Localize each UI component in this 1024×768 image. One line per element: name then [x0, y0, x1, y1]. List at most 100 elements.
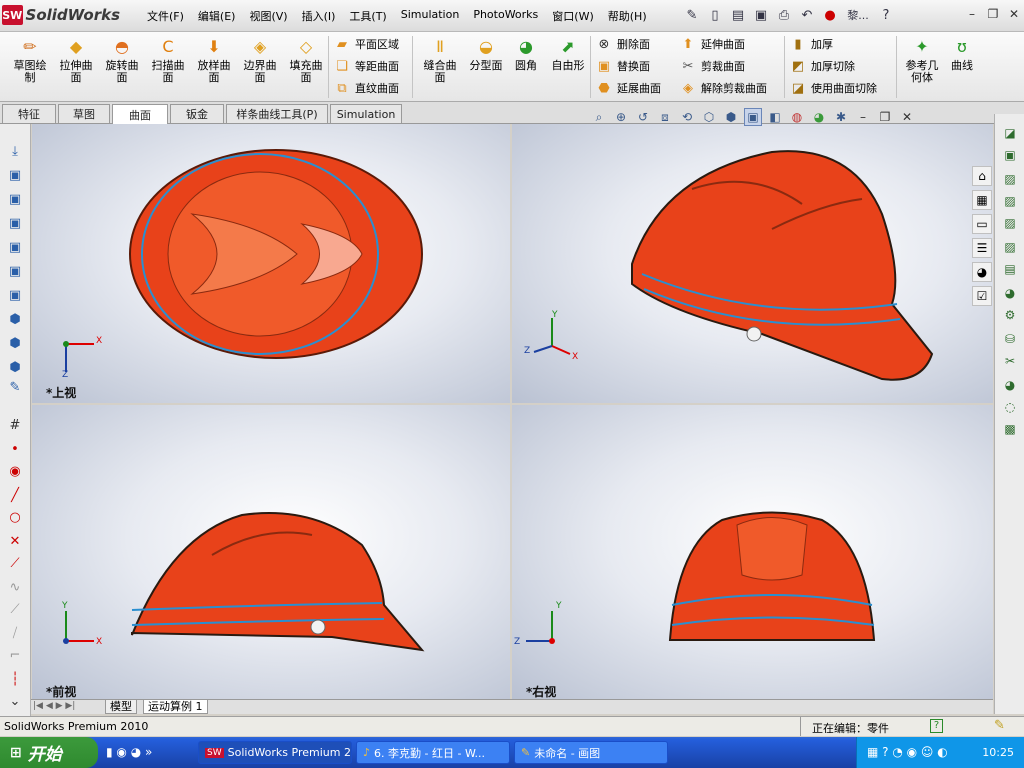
tab-model[interactable]: 模型	[105, 700, 137, 714]
fill-surface-button[interactable]: ◇ 填充曲 面	[284, 36, 328, 84]
viewport-front[interactable]: Y X *前视	[32, 405, 510, 699]
trim-surface-button[interactable]: ✂ 剪裁曲面	[680, 58, 745, 74]
more-tools-chevron-icon[interactable]: ⌄	[6, 692, 24, 710]
extend-entities-icon[interactable]: ⟋	[6, 554, 24, 572]
sweep-surface-button[interactable]: C 扫描曲 面	[146, 36, 190, 84]
right-view-icon[interactable]: ▣	[6, 238, 24, 256]
circle-tool-icon[interactable]: ○	[6, 508, 24, 526]
rotate-view-icon[interactable]: ⟲	[678, 108, 696, 126]
tab-sheet-metal[interactable]: 钣金	[170, 104, 224, 123]
database-icon[interactable]: ⛁	[1001, 330, 1019, 348]
undo-icon[interactable]: ↶	[797, 5, 817, 25]
surface-tool-icon[interactable]: ◪	[1001, 124, 1019, 142]
dimetric-view-icon[interactable]: ⬢	[6, 358, 24, 376]
back-view-icon[interactable]: ▣	[6, 190, 24, 208]
revolve-surface-button[interactable]: ◓ 旋转曲 面	[100, 36, 144, 84]
thicken-cut-button[interactable]: ◩ 加厚切除	[790, 58, 855, 74]
menu-edit[interactable]: 编辑(E)	[191, 8, 243, 24]
help-question-icon[interactable]: ?	[876, 5, 896, 25]
section-view-icon[interactable]: ⧈	[656, 108, 674, 126]
top-view-icon[interactable]: ▣	[6, 262, 24, 280]
tab-surfaces[interactable]: 曲面	[112, 104, 168, 124]
extrude-surface-button[interactable]: ◆ 拉伸曲 面	[54, 36, 98, 84]
report-icon[interactable]: ▩	[1001, 420, 1019, 438]
surface-cut-button[interactable]: ◪ 使用曲面切除	[790, 80, 877, 96]
bottom-view-icon[interactable]: ▣	[6, 286, 24, 304]
line-icon[interactable]: ╱	[6, 486, 24, 504]
delete-face-button[interactable]: ⊗ 删除面	[596, 36, 650, 52]
viewport-isometric[interactable]: Y X Z	[512, 124, 993, 403]
zoom-to-fit-icon[interactable]: ⌕	[590, 108, 608, 126]
ruled-surface-button[interactable]: ⧉ 直纹曲面	[334, 80, 399, 96]
isometric-view-icon[interactable]: ⬢	[6, 310, 24, 328]
restore-icon[interactable]: ❐	[985, 6, 1001, 22]
freeform-button[interactable]: ⬈ 自由形	[546, 36, 590, 72]
view-palette-icon[interactable]: ☰	[972, 238, 992, 258]
spline-icon[interactable]: ∿	[6, 578, 24, 596]
front-view-icon[interactable]: ▣	[6, 166, 24, 184]
construction-line-icon[interactable]: ⧸	[6, 624, 24, 642]
previous-view-icon[interactable]: ↺	[634, 108, 652, 126]
parting-surface-button[interactable]: ◒ 分型面	[464, 36, 508, 72]
boundary-surface-button[interactable]: ◈ 边界曲 面	[238, 36, 282, 84]
knit-surface-button[interactable]: Ⅱ 缝合曲 面	[418, 36, 462, 84]
hide-show-icon[interactable]: ◧	[766, 108, 784, 126]
thicken-button[interactable]: ▮ 加厚	[790, 36, 833, 52]
offset-surface-button[interactable]: ❏ 等距曲面	[334, 58, 399, 74]
palette-icon[interactable]: ◕	[1001, 376, 1019, 394]
task-solidworks[interactable]: SW SolidWorks Premium 2...	[198, 741, 352, 764]
menu-insert[interactable]: 插入(I)	[295, 8, 343, 24]
image-arrow-icon[interactable]: ▨	[1001, 238, 1019, 256]
menu-view[interactable]: 视图(V)	[242, 8, 294, 24]
print-icon[interactable]: ⎙	[774, 5, 794, 25]
zoom-to-area-icon[interactable]: ⊕	[612, 108, 630, 126]
quick-launch-icons[interactable]: ▮ ◉ ◕ »	[106, 745, 152, 759]
task-media-player[interactable]: ♪ 6. 李克勤 - 红日 - W...	[356, 741, 510, 764]
task-paint[interactable]: ✎ 未命名 - 画图	[514, 741, 668, 764]
viewport-right[interactable]: Y Z *右视	[512, 405, 993, 699]
file-explorer-icon[interactable]: ▭	[972, 214, 992, 234]
circle-icon[interactable]: ◉	[6, 462, 24, 480]
start-button[interactable]: ⊞ 开始	[0, 737, 98, 768]
view-orientation-icon[interactable]: ⬡	[700, 108, 718, 126]
point-icon[interactable]: •	[6, 440, 24, 458]
image-check-icon[interactable]: ▨	[1001, 214, 1019, 232]
scissors-icon[interactable]: ✂	[1001, 352, 1019, 370]
view-selector-icon[interactable]: ✎	[6, 378, 24, 396]
color-picker-icon[interactable]: ◕	[1001, 284, 1019, 302]
rebuild-traffic-light-icon[interactable]: ●	[820, 5, 840, 25]
reference-geometry-button[interactable]: ✦ 参考几 何体	[900, 36, 944, 84]
assembly-icon[interactable]: ⚙	[1001, 306, 1019, 324]
curves-button[interactable]: ʊ 曲线	[944, 36, 980, 72]
tray-icons[interactable]: ▦ ? ◔ ◉ ☺ ◐	[867, 745, 948, 759]
tab-motion-study[interactable]: 运动算例 1	[143, 700, 208, 714]
open-folder-icon[interactable]: ▤	[728, 5, 748, 25]
solidworks-logo[interactable]: SW SolidWorks	[2, 3, 120, 27]
image-edit-icon[interactable]: ▨	[1001, 192, 1019, 210]
custom-properties-icon[interactable]: ☑	[972, 286, 992, 306]
home-icon[interactable]: ⌂	[972, 166, 992, 186]
menu-tools[interactable]: 工具(T)	[342, 8, 393, 24]
viewport-minimize-icon[interactable]: –	[854, 108, 872, 126]
status-help-icon[interactable]: ?	[930, 719, 943, 733]
quick-access-more[interactable]: 黎...	[843, 5, 873, 25]
extend-surface-button[interactable]: ⬆ 延伸曲面	[680, 36, 745, 52]
disabled-tool-icon[interactable]: ◌	[1001, 398, 1019, 416]
replace-face-button[interactable]: ▣ 替换面	[596, 58, 650, 74]
offset-icon[interactable]: ⟋	[6, 600, 24, 618]
menu-simulation[interactable]: Simulation	[394, 8, 467, 24]
tab-simulation[interactable]: Simulation	[330, 104, 402, 123]
planar-surface-button[interactable]: ▰ 平面区域	[334, 36, 399, 52]
untrim-surface-button[interactable]: ◈ 解除剪裁曲面	[680, 80, 767, 96]
shaded-edges-icon[interactable]: ▣	[744, 108, 762, 126]
corner-icon[interactable]: ⌐	[6, 646, 24, 664]
centerline-icon[interactable]: ┆	[6, 670, 24, 688]
trimetric-view-icon[interactable]: ⬢	[6, 334, 24, 352]
save-icon[interactable]: ▣	[751, 5, 771, 25]
tab-scroll-arrows-icon[interactable]: |◀ ◀ ▶ ▶|	[33, 701, 75, 711]
minimize-icon[interactable]: –	[964, 6, 980, 22]
sketch-button[interactable]: ✏ 草图绘 制	[8, 36, 52, 84]
viewport-top[interactable]: X Z *上视	[32, 124, 510, 403]
edit-appearance-icon[interactable]: ◍	[788, 108, 806, 126]
trim-entities-icon[interactable]: ✕	[6, 532, 24, 550]
